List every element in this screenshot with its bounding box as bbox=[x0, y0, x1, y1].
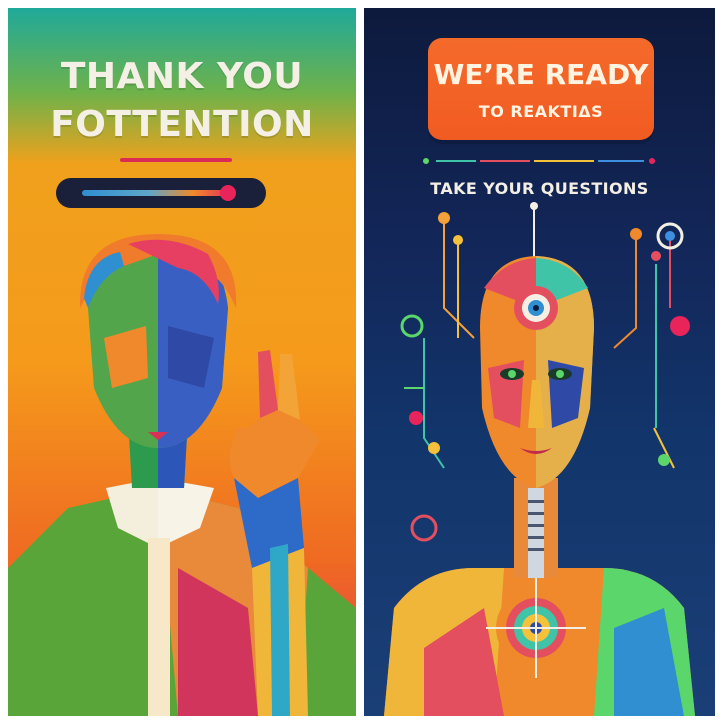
left-panel: THANK YOU FOTTENTION bbox=[8, 8, 356, 716]
person-illustration bbox=[8, 234, 356, 716]
poster-frame: THANK YOU FOTTENTION WE’RE READY TO REAK… bbox=[8, 8, 715, 716]
right-panel: WE’RE READY TO REAKTIΔS TAKE YOUR QUESTI… bbox=[364, 8, 715, 716]
robot-illustration bbox=[384, 202, 695, 716]
panel-divider bbox=[356, 8, 364, 716]
